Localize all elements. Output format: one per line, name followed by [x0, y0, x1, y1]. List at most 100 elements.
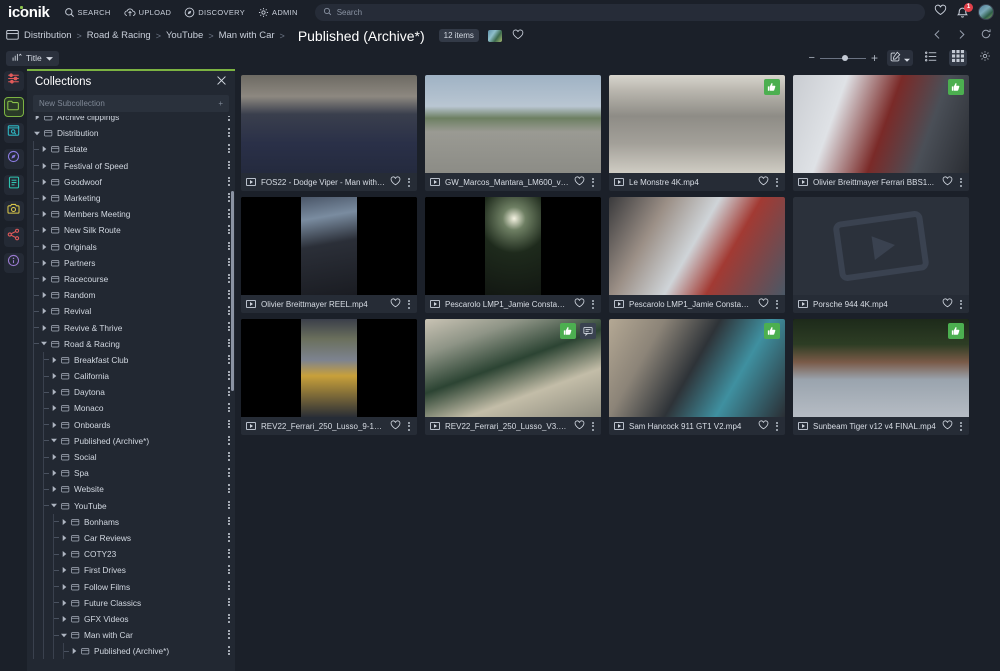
rail-share-button[interactable] [4, 227, 24, 247]
tree-item-menu-icon[interactable] [228, 646, 230, 655]
rail-media-button[interactable] [4, 201, 24, 221]
tree-item-menu-icon[interactable] [228, 387, 230, 396]
breadcrumb-item-1[interactable]: Road & Racing [87, 30, 151, 41]
tree-toggle-arrow[interactable] [50, 503, 58, 508]
forward-button[interactable] [956, 27, 967, 45]
tree-item-menu-icon[interactable] [228, 209, 230, 218]
tree-item-menu-icon[interactable] [228, 128, 230, 137]
slider-track[interactable] [820, 58, 866, 59]
tree-item-menu-icon[interactable] [228, 565, 230, 574]
tree-item-racecourse[interactable]: Racecourse [27, 271, 235, 287]
asset-thumbnail[interactable] [241, 197, 417, 295]
tree-toggle-arrow[interactable] [40, 341, 48, 346]
list-view-button[interactable] [922, 50, 940, 66]
tree-toggle-arrow[interactable] [40, 308, 48, 314]
tree-item-menu-icon[interactable] [228, 306, 230, 315]
tree-toggle-arrow[interactable] [40, 211, 48, 217]
tree-item-menu-icon[interactable] [228, 598, 230, 607]
tree-item-youtube[interactable]: YouTube [27, 498, 235, 514]
tree-toggle-arrow[interactable] [60, 567, 68, 573]
approved-thumbs-up-badge[interactable] [764, 79, 780, 95]
tree-item-future-classics[interactable]: Future Classics [27, 595, 235, 611]
tree-item-menu-icon[interactable] [228, 322, 230, 331]
tree-item-menu-icon[interactable] [228, 144, 230, 153]
tree-item-coty23[interactable]: COTY23 [27, 546, 235, 562]
favorite-collection-icon[interactable] [512, 27, 524, 45]
tree-toggle-arrow[interactable] [60, 633, 68, 638]
refresh-button[interactable] [980, 27, 992, 45]
tree-toggle-arrow[interactable] [50, 389, 58, 395]
favorite-asset-icon[interactable] [758, 173, 769, 191]
tree-item-members-meeting[interactable]: Members Meeting [27, 206, 235, 222]
tree-item-menu-icon[interactable] [228, 420, 230, 429]
asset-menu-icon[interactable] [774, 422, 780, 431]
nav-admin[interactable]: ADMIN [258, 7, 298, 18]
tree-item-follow-films[interactable]: Follow Films [27, 578, 235, 594]
favorite-asset-icon[interactable] [574, 295, 585, 313]
tree-toggle-arrow[interactable] [50, 470, 58, 476]
tree-item-gfx-videos[interactable]: GFX Videos [27, 611, 235, 627]
tree-item-revive-thrive[interactable]: Revive & Thrive [27, 319, 235, 335]
nav-upload[interactable]: UPLOAD [124, 7, 172, 18]
tree-item-menu-icon[interactable] [228, 581, 230, 590]
favorite-asset-icon[interactable] [390, 417, 401, 435]
tree-item-published-archive[interactable]: Published (Archive*) [27, 433, 235, 449]
asset-menu-icon[interactable] [774, 300, 780, 309]
tree-item-revival[interactable]: Revival [27, 303, 235, 319]
tree-item-menu-icon[interactable] [228, 501, 230, 510]
asset-thumbnail[interactable] [241, 75, 417, 173]
tree-toggle-arrow[interactable] [50, 422, 58, 428]
zoom-in-label[interactable]: + [871, 51, 878, 65]
tree-item-road-racing[interactable]: Road & Racing [27, 336, 235, 352]
tree-item-breakfast-club[interactable]: Breakfast Club [27, 352, 235, 368]
favorite-asset-icon[interactable] [758, 417, 769, 435]
asset-thumbnail[interactable] [241, 319, 417, 417]
tree-toggle-arrow[interactable] [60, 551, 68, 557]
tree-toggle-arrow[interactable] [70, 648, 78, 654]
rail-collections-button[interactable] [4, 97, 24, 117]
rail-filters-button[interactable] [4, 71, 24, 91]
rail-saved-searches-button[interactable] [4, 123, 24, 143]
global-search-input[interactable]: Search [315, 4, 925, 21]
tree-toggle-arrow[interactable] [40, 195, 48, 201]
tree-item-menu-icon[interactable] [228, 436, 230, 445]
tree-item-menu-icon[interactable] [228, 484, 230, 493]
tree-item-daytona[interactable]: Daytona [27, 384, 235, 400]
rail-discovery-button[interactable] [4, 149, 24, 169]
thumbnail-size-slider[interactable]: − + [809, 51, 878, 65]
asset-thumbnail[interactable] [793, 319, 969, 417]
asset-card[interactable]: Pescarolo LMP1_Jamie Constabl... [609, 197, 785, 313]
tree-toggle-arrow[interactable] [60, 519, 68, 525]
approved-thumbs-up-badge[interactable] [948, 323, 964, 339]
tree-item-festival-of-speed[interactable]: Festival of Speed [27, 158, 235, 174]
asset-thumbnail[interactable] [793, 75, 969, 173]
tree-item-menu-icon[interactable] [228, 468, 230, 477]
asset-menu-icon[interactable] [406, 178, 412, 187]
tree-item-marketing[interactable]: Marketing [27, 190, 235, 206]
favorite-asset-icon[interactable] [390, 173, 401, 191]
tree-item-menu-icon[interactable] [228, 371, 230, 380]
add-subcollection-icon[interactable]: + [218, 99, 223, 109]
user-avatar[interactable] [978, 4, 994, 20]
approved-thumbs-up-badge[interactable] [560, 323, 576, 339]
asset-thumbnail[interactable] [425, 197, 601, 295]
nav-search[interactable]: SEARCH [64, 7, 111, 18]
tree-item-menu-icon[interactable] [228, 630, 230, 639]
tree-item-menu-icon[interactable] [228, 161, 230, 170]
asset-card[interactable]: FOS22 - Dodge Viper - Man with ... [241, 75, 417, 191]
tree-item-california[interactable]: California [27, 368, 235, 384]
asset-card[interactable]: Porsche 944 4K.mp4 [793, 197, 969, 313]
asset-menu-icon[interactable] [958, 300, 964, 309]
tree-item-menu-icon[interactable] [228, 549, 230, 558]
tree-item-menu-icon[interactable] [228, 290, 230, 299]
tree-toggle-arrow[interactable] [40, 325, 48, 331]
tree-item-bonhams[interactable]: Bonhams [27, 514, 235, 530]
tree-item-published-archive[interactable]: Published (Archive*) [27, 643, 235, 659]
tree-toggle-arrow[interactable] [60, 600, 68, 606]
tree-item-menu-icon[interactable] [228, 339, 230, 348]
tree-toggle-arrow[interactable] [60, 535, 68, 541]
tree-item-originals[interactable]: Originals [27, 239, 235, 255]
tree-item-menu-icon[interactable] [228, 614, 230, 623]
tree-toggle-arrow[interactable] [40, 292, 48, 298]
breadcrumb-item-2[interactable]: YouTube [166, 30, 203, 41]
